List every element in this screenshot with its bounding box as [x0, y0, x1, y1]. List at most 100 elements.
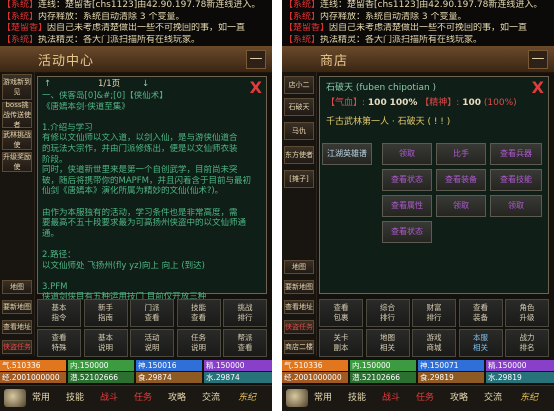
tab-chat[interactable]: 交流: [202, 390, 220, 403]
avatar-icon[interactable]: [4, 389, 26, 407]
tab-common[interactable]: 常用: [314, 390, 332, 403]
action-grid-button[interactable]: 活动 说明: [130, 329, 174, 357]
action-grid: 查看 包裹 综合 排行 财富 排行 查看 装备 角色 升级关卡 副本 地图 相关 游戏 商城…: [319, 299, 549, 358]
action-grid-button[interactable]: 游戏 商城: [412, 329, 456, 357]
side-item-update-map[interactable]: 要新地图: [2, 300, 32, 314]
shop-button-grid: 江湖英雄谱 领取 比手 查看兵器 查看状态 查看装备 查看技能 查看属性 领取 领取 查看状态: [320, 77, 550, 295]
action-grid-button[interactable]: 综合 排行: [365, 299, 410, 327]
shop-action-button[interactable]: 查看属性: [382, 195, 432, 217]
side-item-map[interactable]: 地图: [284, 260, 314, 274]
side-item-map[interactable]: 地图: [2, 280, 32, 294]
chat-line: 【系统】执法精灵：各大门派扫描所有在线玩家。: [0, 35, 272, 47]
tab-battle[interactable]: 战斗: [100, 390, 118, 403]
tab-east[interactable]: 东纪: [520, 390, 538, 403]
side-menu: 店小二 石破天 马仇 东方使者 [摊子] 地图 要新地图 查看地址 侠盗任务 商…: [282, 72, 317, 356]
action-grid-button[interactable]: 基本 说明: [83, 329, 128, 357]
minimize-button[interactable]: —: [528, 50, 548, 69]
side-item-new-guide[interactable]: 游戏新到见: [2, 74, 32, 100]
side-item-boss-teleport[interactable]: boss挑战传送使者: [2, 101, 32, 129]
side-item-shipotian[interactable]: 石破天: [284, 98, 314, 116]
stat-neili: 内.150000: [350, 360, 416, 371]
side-item-machou[interactable]: 马仇: [284, 122, 314, 140]
side-item-view-address[interactable]: 查看地址: [284, 300, 314, 314]
tab-common[interactable]: 常用: [32, 390, 50, 403]
stat-jingli: 精.150000: [486, 360, 554, 371]
action-grid-button[interactable]: 新手 指南: [83, 299, 128, 327]
shop-action-button[interactable]: 江湖英雄谱: [322, 143, 372, 165]
stat-hp: 气.510336: [282, 360, 348, 371]
side-item-shop-floor2[interactable]: 商店二楼: [284, 340, 314, 354]
side-item-levelup-reward[interactable]: 升级奖励使: [2, 152, 32, 172]
shop-action-button[interactable]: 领取: [490, 195, 542, 217]
action-grid-button[interactable]: 关卡 副本: [319, 329, 363, 357]
action-grid-button[interactable]: 任务 说明: [176, 329, 221, 357]
action-grid-button[interactable]: 查看 包裹: [319, 299, 363, 327]
stat-water: 水.29819: [486, 372, 554, 383]
shop-action-button[interactable]: 比手: [436, 143, 486, 165]
action-grid-button[interactable]: 帮派 查看: [223, 329, 267, 357]
action-grid-button[interactable]: 基本 指令: [37, 299, 81, 327]
article-line: 要最高不五十段要求最为可高扬州侠盗中的以文仙师通: [42, 218, 247, 229]
shop-action-button[interactable]: 领取: [436, 195, 486, 217]
article-line: 2.路径：: [42, 249, 76, 260]
side-item-bandit-quest[interactable]: 侠盗任务: [284, 320, 314, 334]
side-item-view-address[interactable]: 查看地址: [2, 320, 32, 334]
side-item-waiter[interactable]: 店小二: [284, 76, 314, 94]
tab-quest[interactable]: 任务: [416, 390, 434, 403]
activity-content: X ↑ 1/1页 ↓ 一、侠客岛[0]&#;[0]【侠仙术】 《唐嫣本剑·侠道至集…: [37, 76, 267, 323]
prev-page-icon[interactable]: ↑: [44, 79, 51, 90]
action-grid-button[interactable]: 挑战 排行: [223, 299, 267, 327]
shop-action-button[interactable]: 查看装备: [436, 169, 486, 191]
action-grid-button[interactable]: 地图 相关: [365, 329, 410, 357]
minimize-button[interactable]: —: [246, 50, 266, 69]
action-grid-button[interactable]: 查看 装备: [458, 299, 503, 327]
action-grid-button[interactable]: 门派 查看: [130, 299, 174, 327]
pager: ↑ 1/1页 ↓: [42, 79, 252, 91]
action-grid-button[interactable]: 财富 排行: [412, 299, 456, 327]
side-item-east-envoy[interactable]: 东方使者: [284, 146, 314, 164]
action-grid-button[interactable]: 本服 相关: [458, 329, 503, 357]
stat-hp: 气.510336: [0, 360, 66, 371]
side-item-stall[interactable]: [摊子]: [284, 170, 314, 188]
tab-east[interactable]: 东纪: [238, 390, 256, 403]
tab-battle[interactable]: 战斗: [382, 390, 400, 403]
action-grid: 基本 指令 新手 指南 门派 查看 技能 查看 挑战 排行查看 特殊 基本 说明 活动 说明…: [37, 299, 267, 358]
article-line: 1.介绍与学习: [42, 122, 93, 133]
chat-text: 执法精灵：各大门派扫描所有在线玩家。: [38, 34, 201, 45]
article-line: [42, 271, 252, 282]
action-grid-button[interactable]: 战力 排名: [505, 329, 549, 357]
avatar-icon[interactable]: [286, 389, 308, 407]
side-item-bandit-quest[interactable]: 侠盗任务: [2, 340, 32, 354]
chat-line: 【系统】内存释放：系统自动清除 3 个变量。: [282, 12, 554, 24]
stat-jing: 神.150071: [418, 360, 484, 371]
shop-action-button[interactable]: 查看状态: [382, 169, 432, 191]
article-line: 有修以文仙师以文入道，以剑入仙，是与游侠仙道合: [42, 133, 238, 144]
stat-neili: 内.150000: [68, 360, 134, 371]
tab-guide[interactable]: 攻略: [450, 390, 468, 403]
stat-jingli: 精.150000: [204, 360, 272, 371]
action-grid-button[interactable]: 查看 特殊: [37, 329, 81, 357]
side-item-martial-challenge[interactable]: 武林挑战使: [2, 130, 32, 150]
bottom-tabbar: 常用 技能 战斗 任务 攻略 交流 东纪: [282, 385, 554, 411]
side-item-update-map[interactable]: 要新地图: [284, 280, 314, 294]
panel-title: 商店: [320, 54, 349, 69]
chat-line: 【系统】内存释放：系统自动清除 3 个变量。: [0, 12, 272, 24]
chat-text: 因自己未考虑清楚做出一些不可挽回的事，如一直: [47, 23, 246, 33]
tab-quest[interactable]: 任务: [134, 390, 152, 403]
tab-skills[interactable]: 技能: [66, 390, 84, 403]
action-grid-button[interactable]: 技能 查看: [176, 299, 221, 327]
next-page-icon[interactable]: ↓: [142, 79, 149, 90]
tab-chat[interactable]: 交流: [484, 390, 502, 403]
action-grid-button[interactable]: 角色 升级: [505, 299, 549, 327]
tab-skills[interactable]: 技能: [348, 390, 366, 403]
shop-action-button[interactable]: 领取: [382, 143, 432, 165]
stat-water: 水.29874: [204, 372, 272, 383]
chat-text: 连线：楚留香[chs1123]由42.90.197.78新连线进入。: [38, 0, 261, 10]
shop-action-button[interactable]: 查看兵器: [490, 143, 542, 165]
chat-log: 【系统】连线：楚留香[chs1123]由42.90.197.78新连线进入。 【…: [282, 0, 554, 46]
tab-guide[interactable]: 攻略: [168, 390, 186, 403]
panel-titlebar: 活动中心 —: [0, 46, 272, 73]
page-indicator: 1/1页: [98, 79, 121, 89]
shop-action-button[interactable]: 查看状态: [382, 221, 432, 243]
shop-action-button[interactable]: 查看技能: [490, 169, 542, 191]
